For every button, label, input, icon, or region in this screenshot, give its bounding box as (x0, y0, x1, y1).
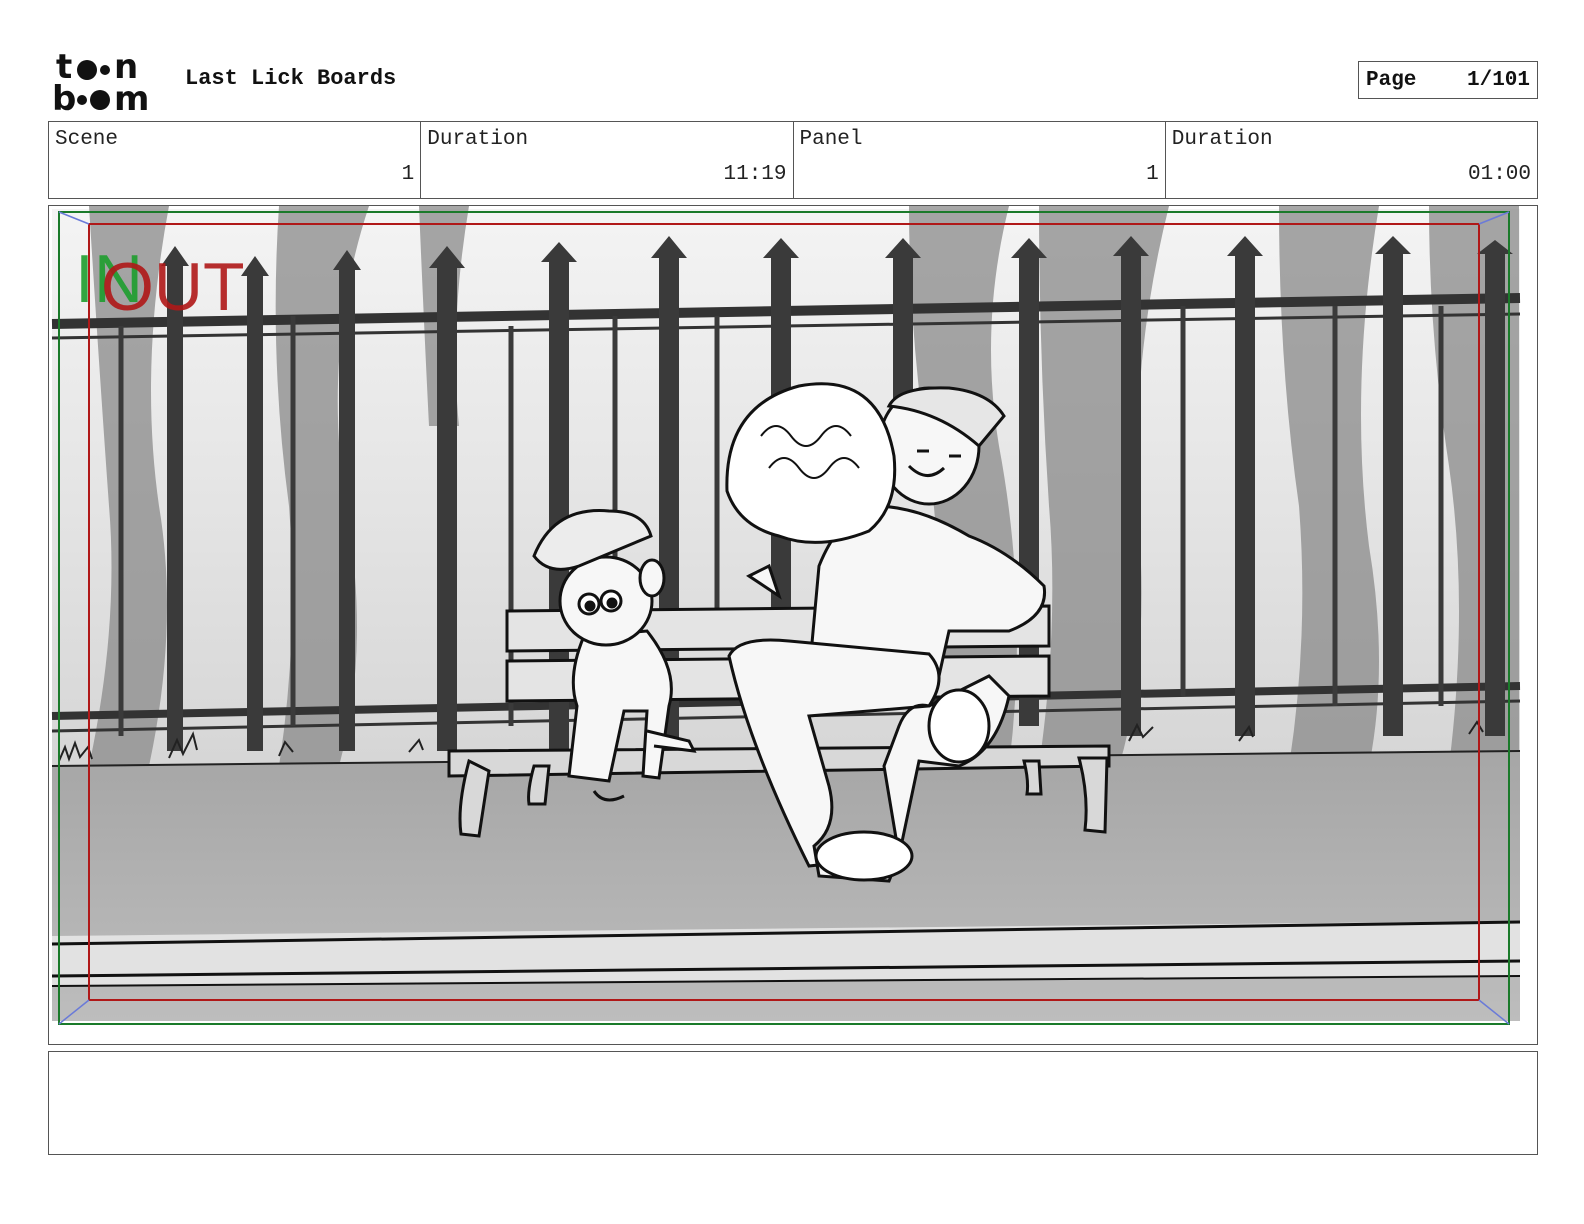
svg-text:m: m (114, 79, 149, 114)
scene-info-row: Scene 1 Duration 11:19 Panel 1 Duration … (48, 121, 1538, 199)
storyboard-panel: IN OUT (48, 205, 1538, 1045)
page-number: 1/101 (1466, 68, 1530, 92)
out-marker: OUT (101, 249, 245, 325)
scene-duration-value: 11:19 (723, 163, 787, 186)
svg-text:b: b (52, 79, 76, 114)
panel-drawing: IN OUT (51, 206, 1521, 1025)
storyboard-header: t n b m Last Lick Boards Page 1/101 (48, 50, 1538, 115)
panel-duration-value: 01:00 (1467, 163, 1531, 186)
toon-boom-logo: t n b m (52, 50, 149, 114)
scene-value: 1 (401, 163, 415, 186)
panel-cell: Panel 1 (794, 122, 1166, 198)
panel-label: Panel (799, 128, 863, 151)
document-title: Last Lick Boards (185, 66, 397, 91)
scene-duration-cell: Duration 11:19 (421, 122, 794, 198)
page-label: Page (1366, 68, 1417, 92)
page-indicator: Page 1/101 (1358, 61, 1538, 99)
panel-duration-cell: Duration 01:00 (1166, 122, 1537, 198)
panel-value: 1 (1146, 163, 1159, 186)
scene-label: Scene (55, 128, 119, 151)
scene-duration-label: Duration (427, 128, 529, 151)
scene-cell: Scene 1 (49, 122, 422, 198)
panel-notes[interactable] (48, 1051, 1538, 1155)
panel-duration-label: Duration (1171, 128, 1273, 151)
